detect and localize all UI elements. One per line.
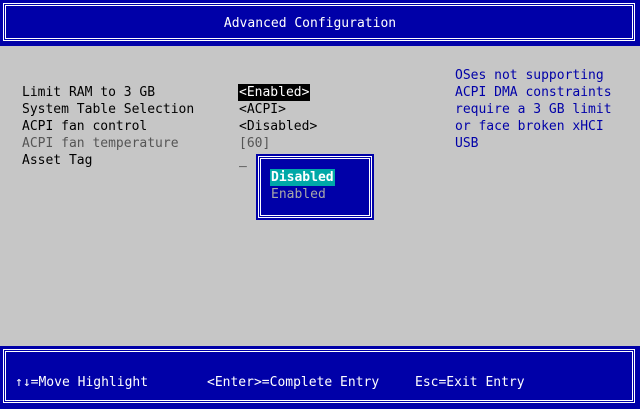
setting-value-acpi-fan-control[interactable]: <Disabled> — [239, 118, 317, 135]
help-line: USB — [455, 136, 479, 151]
setting-value-limit-ram[interactable]: <Enabled> — [238, 84, 311, 101]
page-title: Advanced Configuration — [223, 16, 397, 31]
help-line: require a 3 GB limit — [455, 102, 612, 117]
setting-value-asset-tag[interactable]: _ — [239, 152, 247, 169]
setting-value-acpi-fan-temperature: [60] — [239, 136, 271, 151]
setting-value-system-table[interactable]: <ACPI> — [239, 101, 286, 118]
title-bar: Advanced Configuration — [0, 0, 640, 46]
help-line: or face broken xHCI — [455, 119, 604, 134]
popup-option-enabled[interactable]: Enabled — [271, 186, 326, 203]
hint-exit-entry: Esc=Exit Entry — [415, 375, 525, 390]
setting-label-limit-ram: Limit RAM to 3 GB — [22, 85, 156, 100]
hint-complete-entry: <Enter>=Complete Entry — [207, 375, 380, 390]
setting-label-asset-tag: Asset Tag — [22, 153, 93, 168]
help-line: OSes not supporting — [455, 68, 604, 83]
setting-label-acpi-fan-temperature: ACPI fan temperature — [22, 136, 179, 151]
setting-label-system-table: System Table Selection — [22, 102, 195, 117]
setting-label-acpi-fan-control: ACPI fan control — [22, 119, 148, 134]
bios-screen: Advanced Configuration Limit RAM to 3 GB… — [0, 0, 640, 409]
hint-move-highlight: ↑↓=Move Highlight — [15, 375, 149, 390]
help-line: ACPI DMA constraints — [455, 85, 612, 100]
popup-option-disabled[interactable]: Disabled — [270, 169, 335, 186]
help-panel: OSes not supporting ACPI DMA constraints… — [455, 67, 635, 152]
